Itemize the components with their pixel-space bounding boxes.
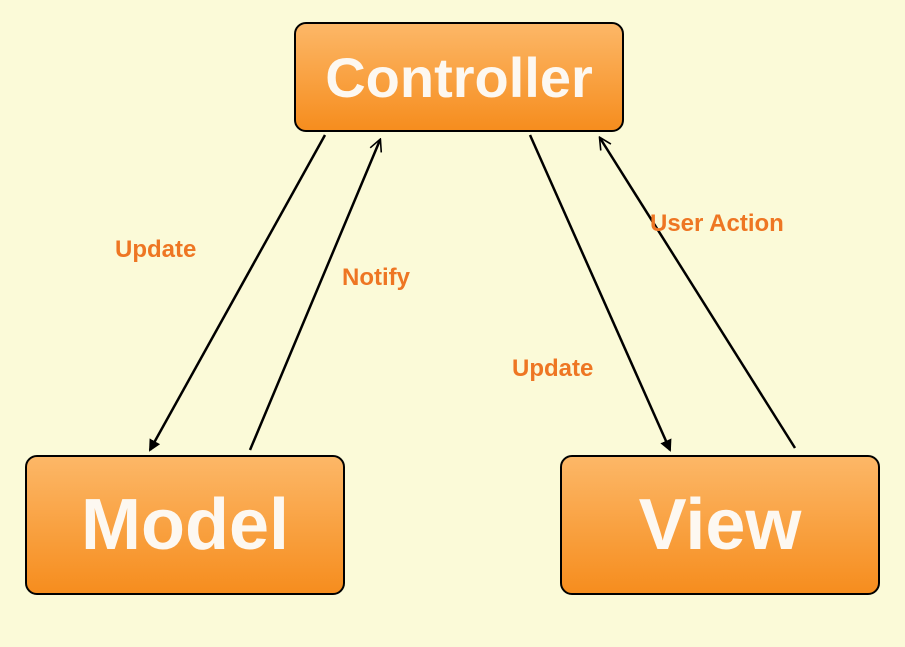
node-controller-label: Controller <box>325 45 593 110</box>
edge-controller-to-model <box>150 135 325 450</box>
edge-model-to-controller <box>250 140 380 450</box>
edge-label-update-view: Update <box>512 355 593 383</box>
edge-label-notify: Notify <box>342 264 410 292</box>
node-view: View <box>560 455 880 595</box>
node-controller: Controller <box>294 22 624 132</box>
edge-label-update-model: Update <box>115 236 196 264</box>
edge-label-user-action: User Action <box>650 210 784 238</box>
edge-view-to-controller <box>600 138 795 448</box>
node-model: Model <box>25 455 345 595</box>
node-view-label: View <box>639 484 802 566</box>
edge-controller-to-view <box>530 135 670 450</box>
node-model-label: Model <box>81 484 289 566</box>
